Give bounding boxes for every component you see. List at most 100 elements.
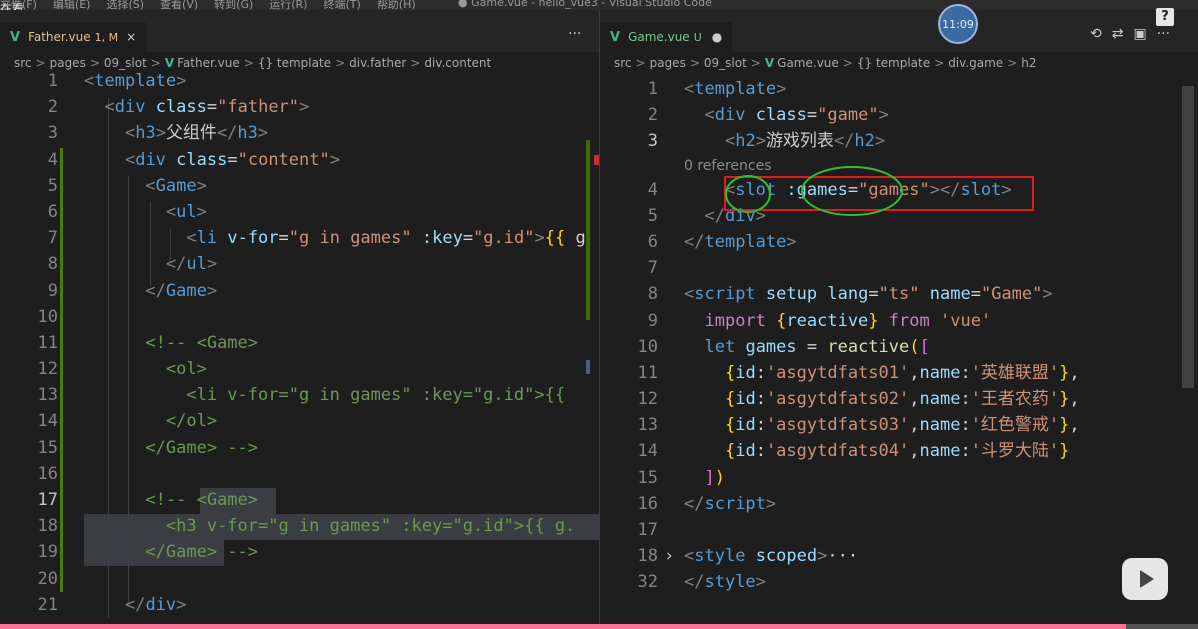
code-token: id — [735, 389, 756, 410]
code-token: > — [776, 79, 787, 99]
code-line[interactable]: 11 <!-- <Game> — [0, 330, 599, 356]
code-line[interactable]: 7 <li v-for="g in games" :key="g.id">{{ … — [0, 225, 599, 251]
code-line[interactable]: 3 <h3>父组件</h3> — [0, 120, 599, 146]
code-token: </ — [704, 205, 725, 226]
line-number: 16 — [637, 493, 658, 514]
line-number: 11 — [37, 332, 58, 353]
code-line[interactable]: 13 <li v-for="g in games" :key="g.id">{{ — [0, 382, 599, 408]
code-token: 'asgytdfats01' — [765, 362, 910, 383]
vertical-scrollbar[interactable] — [1182, 86, 1194, 388]
code-line[interactable]: 17 — [600, 517, 1198, 543]
code-token: > — [176, 594, 187, 615]
breadcrumb-item[interactable]: {} template — [857, 56, 930, 70]
codelens-text[interactable]: 0 references — [684, 155, 772, 177]
code-line[interactable]: 21 </div> — [0, 592, 599, 618]
close-icon[interactable]: × — [126, 30, 136, 44]
code-editor[interactable]: 1 <template> 2 <div class="father"> 3 <h3>父… — [0, 68, 599, 618]
code-line[interactable]: 20 — [0, 566, 599, 592]
code-line[interactable]: 15 </Game> --> — [0, 435, 599, 461]
code-text: {id:'asgytdfats03',name:'红色警戒'}, — [684, 412, 1080, 438]
code-line[interactable]: 17 <!-- <Game> — [0, 487, 599, 513]
breadcrumb-item[interactable]: div.game — [948, 56, 1003, 70]
code-line[interactable]: 14 {id:'asgytdfats04',name:'斗罗大陆'} — [600, 438, 1198, 464]
code-line[interactable]: 2 <div class="game"> — [600, 102, 1198, 128]
code-line[interactable]: 4 <div class="content"> — [0, 147, 599, 173]
code-token: > — [257, 123, 269, 144]
code-line[interactable]: 10 let games = reactive([ — [600, 334, 1198, 360]
code-line[interactable]: 19 </Game> --> — [0, 539, 599, 565]
breadcrumb-item[interactable]: 09_slot — [704, 56, 747, 70]
codelens-hint[interactable]: 0 references — [600, 155, 1198, 177]
code-token: > — [534, 228, 545, 249]
code-token: ul — [186, 254, 207, 275]
split-editor-icon[interactable]: ▣ — [1133, 26, 1146, 42]
breadcrumb-item[interactable]: Game.vue — [777, 56, 839, 70]
tab-status-badge: 1, M — [94, 30, 119, 44]
code-line[interactable]: 5 <Game> — [0, 173, 599, 199]
code-token: , — [1069, 362, 1080, 383]
code-line[interactable]: 13 {id:'asgytdfats03',name:'红色警戒'}, — [600, 412, 1198, 438]
code-token: 'asgytdfats04' — [765, 441, 910, 462]
code-text: {id:'asgytdfats02',name:'王者农药'}, — [684, 386, 1080, 412]
menu-item[interactable]: 选择(S) — [106, 0, 144, 10]
code-text: <h3>父组件</h3> — [84, 120, 268, 146]
code-line[interactable]: 12 <ol> — [0, 356, 599, 382]
code-line[interactable]: 16 </script> — [600, 491, 1198, 517]
menu-item[interactable]: 转到(G) — [214, 0, 253, 10]
code-token: Game — [155, 175, 197, 196]
code-token: ) — [714, 467, 725, 488]
code-line[interactable]: 16 — [0, 461, 599, 487]
breadcrumb-item[interactable]: h2 — [1021, 56, 1036, 70]
code-line[interactable]: 11 {id:'asgytdfats01',name:'英雄联盟'}, — [600, 360, 1198, 386]
code-line[interactable]: 2 <div class="father"> — [0, 94, 599, 120]
code-token: id — [735, 415, 756, 436]
compare-icon[interactable]: ⟲ — [1090, 26, 1102, 42]
menu-item[interactable]: 帮助(H) — [377, 0, 416, 10]
line-number: 6 — [47, 201, 58, 222]
code-editor[interactable]: 1 <template> 2 <div class="game"> 3 <h2>游戏列… — [600, 76, 1198, 596]
code-line[interactable]: 1 <template> — [0, 68, 599, 94]
code-line[interactable]: 6 <ul> — [0, 199, 599, 225]
menu-item[interactable]: 编辑(E) — [53, 0, 91, 10]
line-number: 16 — [37, 463, 58, 484]
code-line[interactable]: 1 <template> — [600, 76, 1198, 102]
code-line[interactable]: 18 <h3 v-for="g in games" :key="g.id">{{… — [0, 513, 599, 539]
chevron-right-icon: > — [934, 56, 945, 70]
code-line[interactable]: 18 › <style scoped>··· — [600, 543, 1198, 569]
code-line[interactable]: 3 <h2>游戏列表</h2> — [600, 128, 1198, 154]
breadcrumb-item[interactable]: src — [614, 56, 632, 70]
code-token: "father" — [217, 97, 300, 118]
tab-father-vue[interactable]: V Father.vue 1, M × — [0, 22, 147, 52]
code-line[interactable]: 12 {id:'asgytdfats02',name:'王者农药'}, — [600, 386, 1198, 412]
code-line[interactable]: 9 </Game> — [0, 278, 599, 304]
code-line[interactable]: 8 </ul> — [0, 251, 599, 277]
more-actions-icon[interactable]: ··· — [1157, 26, 1170, 42]
split-changes-icon[interactable]: ⇄ — [1112, 26, 1124, 42]
code-token: class — [755, 105, 807, 126]
tab-game-vue[interactable]: V Game.vue U ● — [600, 22, 733, 52]
more-actions-icon[interactable]: ··· — [568, 26, 581, 42]
help-icon[interactable]: ? — [1156, 8, 1174, 26]
code-line[interactable]: 9 import {reactive} from 'vue' — [600, 308, 1198, 334]
code-line[interactable]: 8 <script setup lang="ts" name="Game"> — [600, 281, 1198, 307]
unsaved-dot-icon[interactable]: ● — [712, 30, 722, 44]
code-line[interactable]: 10 — [0, 304, 599, 330]
video-player-icon[interactable] — [1122, 558, 1168, 600]
video-progress-bar[interactable] — [0, 624, 1198, 629]
code-line[interactable]: 7 — [600, 255, 1198, 281]
menu-item[interactable]: 运行(R) — [269, 0, 307, 10]
menu-item[interactable]: 终端(T) — [324, 0, 361, 10]
code-token: import — [704, 310, 766, 331]
code-line[interactable]: 15 ]) — [600, 465, 1198, 491]
code-token: name — [919, 415, 961, 436]
breadcrumb-item[interactable]: pages — [650, 56, 686, 70]
fold-chevron-icon[interactable]: › — [664, 543, 674, 569]
breadcrumb[interactable]: src > pages >09_slot > V Game.vue >{} template >… — [614, 56, 1036, 70]
code-line[interactable]: 6 </template> — [600, 229, 1198, 255]
line-number: 17 — [37, 490, 58, 510]
code-line[interactable]: 14 </ol> — [0, 408, 599, 434]
code-line[interactable]: 32 </style> — [600, 569, 1198, 595]
menu-item[interactable]: 查看(V) — [160, 0, 198, 10]
